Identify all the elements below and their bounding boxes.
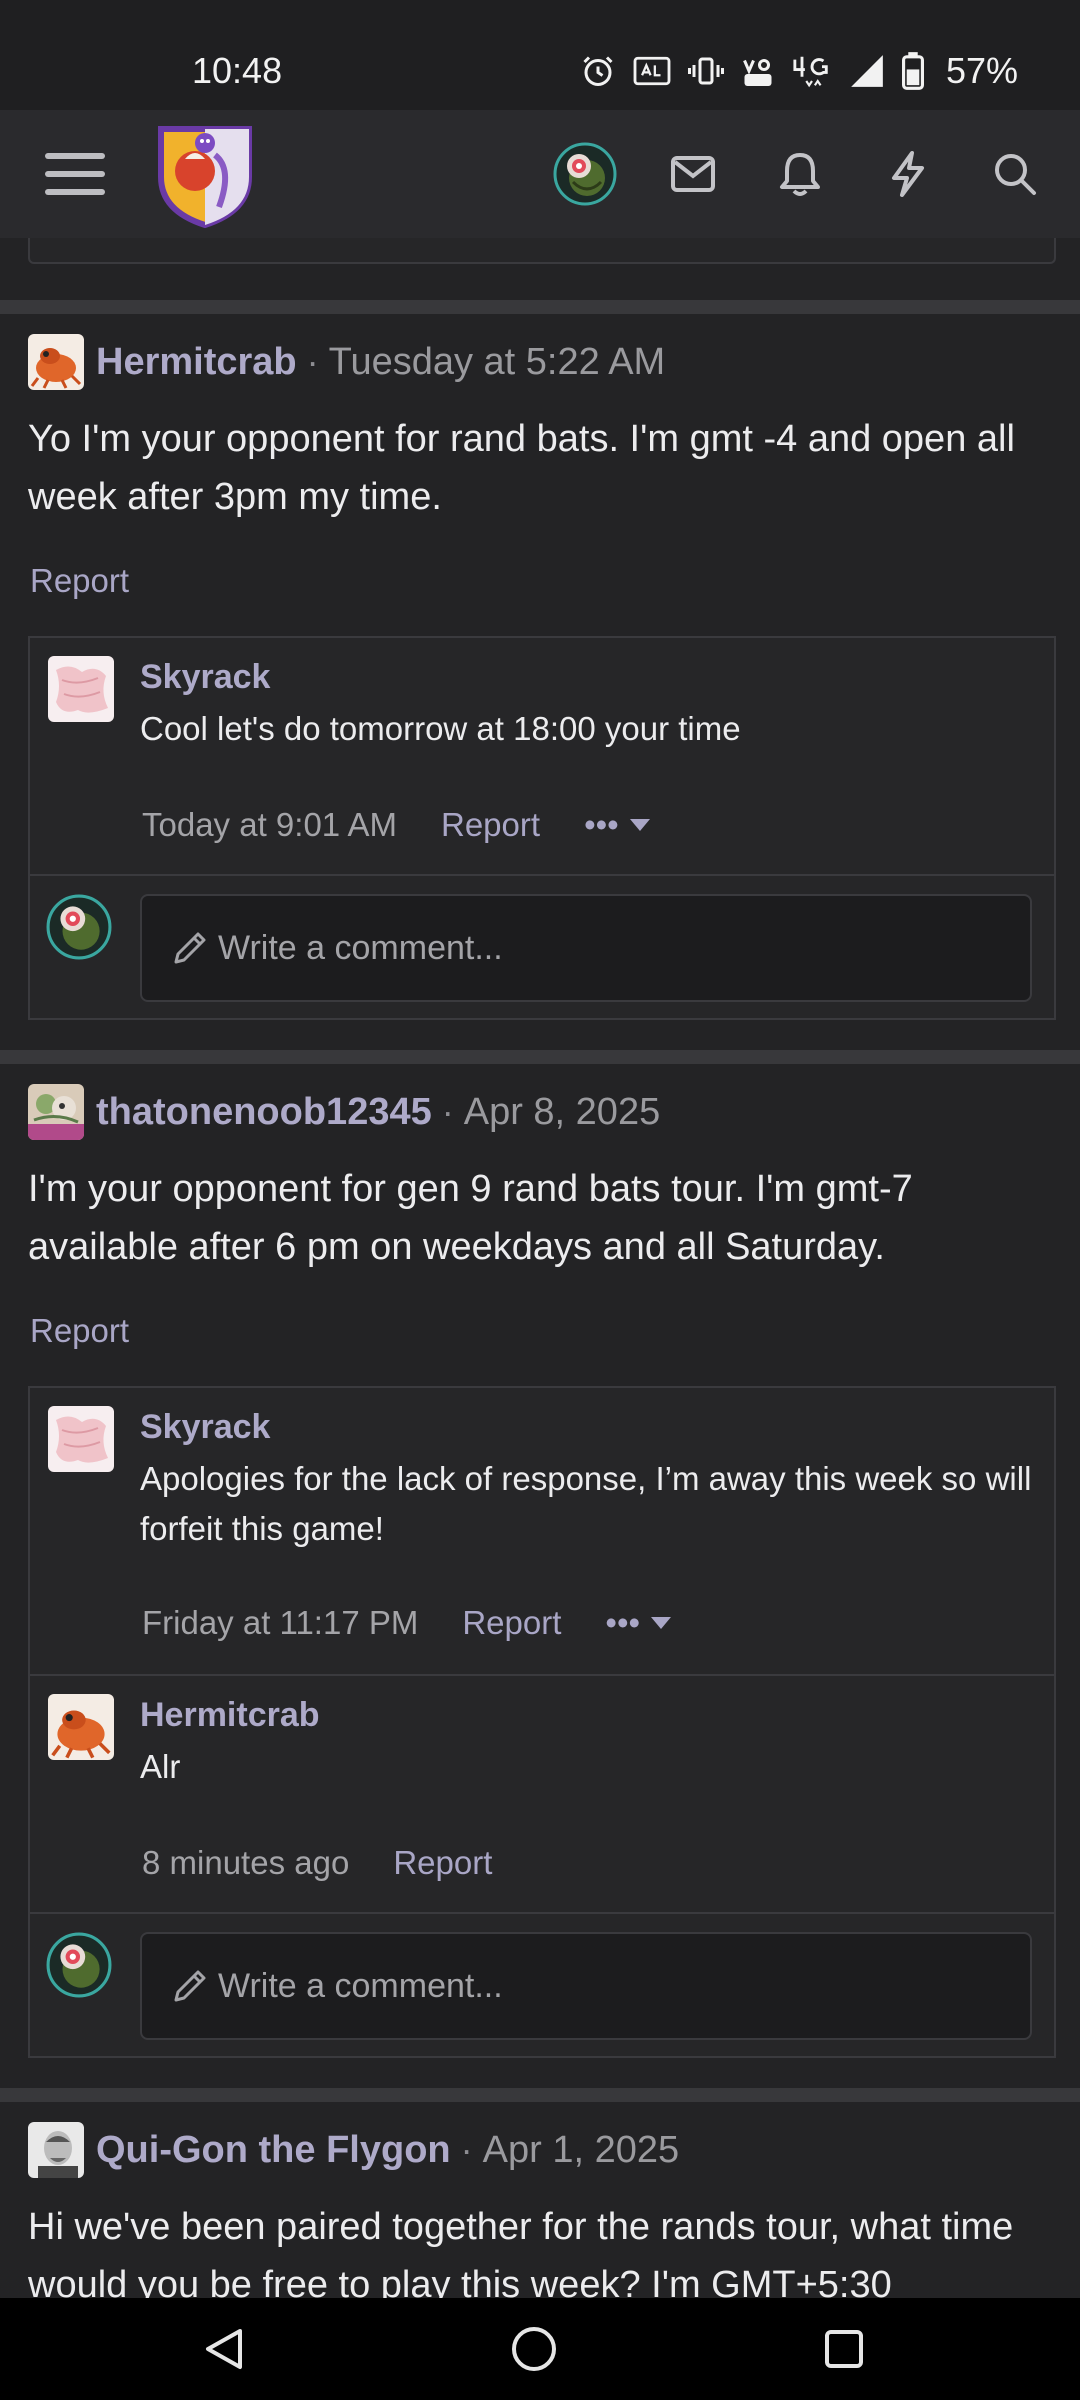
comment-author[interactable]: Hermitcrab [140,1696,320,1735]
profile-post-stream: Hermitcrab · Tuesday at 5:22 AM Yo I'm y… [0,238,1080,2298]
signal-icon [851,55,883,87]
post-body: I'm your opponent for gen 9 rand bats to… [28,1168,913,1268]
system-navigation-bar [0,2298,1080,2400]
hamburger-menu-icon[interactable] [30,110,120,238]
lightning-icon[interactable] [863,110,953,238]
post-separator [0,300,1080,314]
auto-hz-icon [633,56,671,86]
comment: Skyrack Apologies for the lack of respon… [30,1388,1054,1676]
chevron-down-icon [629,819,650,831]
comment-author[interactable]: Skyrack [140,1408,270,1447]
write-comment-input[interactable]: Write a comment... [140,1932,1032,2040]
more-dots: ••• [584,806,619,843]
post-body: Hi we've been paired together for the ra… [28,2206,1014,2298]
post-date[interactable]: Apr 1, 2025 [483,2129,679,2172]
more-options-button[interactable]: ••• [584,806,651,844]
report-link[interactable]: Report [462,1604,561,1642]
avatar [46,894,112,960]
comment-text: Apologies for the lack of response, I’m … [140,1460,1032,1547]
avatar[interactable] [28,1084,84,1140]
post-header: Hermitcrab · Tuesday at 5:22 AM [28,332,665,392]
comment-meta: Today at 9:01 AM Report ••• [142,806,651,844]
comment: Skyrack Cool let's do tomorrow at 18:00 … [30,638,1054,876]
report-link[interactable]: Report [30,1312,129,1350]
comment-list: Skyrack Cool let's do tomorrow at 18:00 … [28,636,1056,1020]
post-header: Qui-Gon the Flygon · Apr 1, 2025 [28,2120,679,2180]
pencil-icon [174,932,206,964]
status-icons: 57% [580,50,1018,92]
more-options-button[interactable]: ••• [605,1604,672,1642]
search-icon[interactable] [970,110,1060,238]
bell-icon[interactable] [755,110,845,238]
avatar[interactable] [48,1406,114,1472]
separator-dot: · [460,2129,473,2170]
avatar[interactable] [48,1694,114,1760]
report-link[interactable]: Report [441,806,540,844]
avatar[interactable] [28,2122,84,2178]
post-date[interactable]: Tuesday at 5:22 AM [329,341,666,384]
profile-post: Qui-Gon the Flygon · Apr 1, 2025 Hi we'v… [0,2120,1080,2298]
chevron-down-icon [651,1617,672,1629]
app-navbar [0,110,1080,238]
separator-dot: · [441,1091,454,1132]
battery-icon [901,52,924,90]
write-comment-row: Write a comment... [30,1914,1054,2056]
volte-icon [743,59,772,86]
report-link[interactable]: Report [30,562,129,600]
4g-icon [793,56,828,88]
previous-comment-block [28,238,1056,264]
comment: Hermitcrab Alr 8 minutes ago Report [30,1676,1054,1914]
alarm-icon [583,56,613,86]
post-header: thatonenoob12345 · Apr 8, 2025 [28,1082,660,1142]
home-icon[interactable] [474,2298,594,2400]
report-link[interactable]: Report [393,1844,492,1882]
post-separator [0,1050,1080,1064]
recents-icon[interactable] [784,2298,904,2400]
mail-icon[interactable] [648,110,738,238]
site-logo[interactable] [150,110,260,238]
avatar[interactable] [48,656,114,722]
separator-dot: · [306,341,319,382]
comment-time[interactable]: Friday at 11:17 PM [142,1604,418,1642]
comment-list: Skyrack Apologies for the lack of respon… [28,1386,1056,2058]
post-body: Yo I'm your opponent for rand bats. I'm … [28,418,1015,518]
pencil-icon [174,1970,206,2002]
comment-author[interactable]: Skyrack [140,658,270,697]
write-comment-row: Write a comment... [30,876,1054,1018]
write-comment-placeholder: Write a comment... [218,928,503,967]
status-bar: 10:48 57% [0,0,1080,110]
post-author[interactable]: thatonenoob12345 [96,1091,432,1134]
post-date[interactable]: Apr 8, 2025 [464,1091,660,1134]
battery-percent: 57% [945,50,1018,91]
back-icon[interactable] [164,2298,284,2400]
vibrate-icon [687,57,724,85]
more-dots: ••• [605,1604,641,1641]
comment-text: Alr [140,1748,181,1785]
comment-meta: 8 minutes ago Report [142,1844,492,1882]
comment-text: Cool let's do tomorrow at 18:00 your tim… [140,710,741,747]
status-time: 10:48 [192,50,283,91]
post-author[interactable]: Qui-Gon the Flygon [96,2129,451,2172]
write-comment-input[interactable]: Write a comment... [140,894,1032,1002]
comment-time[interactable]: Today at 9:01 AM [142,806,397,844]
comment-meta: Friday at 11:17 PM Report ••• [142,1604,672,1642]
avatar[interactable] [28,334,84,390]
avatar [46,1932,112,1998]
write-comment-placeholder: Write a comment... [218,1966,503,2005]
comment-time[interactable]: 8 minutes ago [142,1844,349,1882]
post-separator [0,2088,1080,2102]
post-author[interactable]: Hermitcrab [96,341,297,384]
user-avatar[interactable] [540,110,630,238]
profile-post: thatonenoob12345 · Apr 8, 2025 I'm your … [0,1082,1080,2282]
